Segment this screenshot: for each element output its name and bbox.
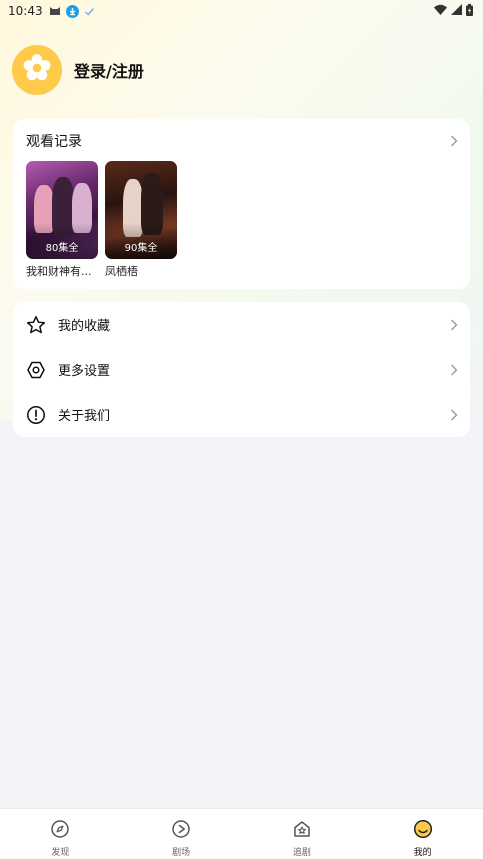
drama-title: 我和财神有... <box>26 265 92 278</box>
menu-card: 我的收藏 更多设置 关于我们 <box>13 302 470 437</box>
menu-label: 我的收藏 <box>58 319 111 334</box>
play-icon <box>171 819 191 843</box>
watch-history-card: 观看记录 80集全 我和财神有... 90集全 凤栖梧 <box>13 119 470 289</box>
chevron-right-icon[interactable] <box>450 132 458 151</box>
avatar[interactable] <box>12 45 62 95</box>
menu-item-settings[interactable]: 更多设置 <box>13 347 470 392</box>
nav-tab-discover[interactable]: 发现 <box>0 809 121 859</box>
nav-label: 发现 <box>51 848 70 858</box>
nav-label: 剧场 <box>172 848 191 858</box>
status-time: 10:43 <box>8 4 43 18</box>
poster-thumbnail[interactable]: 90集全 <box>105 161 177 259</box>
poster-thumbnail[interactable]: 80集全 <box>26 161 98 259</box>
watch-history-header[interactable]: 观看记录 <box>26 131 458 151</box>
drama-title: 凤栖梧 <box>105 265 138 278</box>
settings-icon <box>25 359 47 381</box>
download-icon <box>65 4 79 18</box>
episode-count: 80集全 <box>45 243 79 254</box>
episode-count: 90集全 <box>124 243 158 254</box>
nav-label: 我的 <box>413 848 432 858</box>
cat-icon <box>49 5 61 17</box>
chevron-right-icon <box>450 364 458 376</box>
history-item-1[interactable]: 80集全 我和财神有... <box>26 161 98 279</box>
info-icon <box>25 404 47 426</box>
check-icon <box>84 6 95 17</box>
nav-tab-mine[interactable]: 我的 <box>362 809 483 859</box>
login-register-link[interactable]: 登录/注册 <box>74 58 144 82</box>
bottom-nav: 发现 剧场 追剧 我的 <box>0 808 483 859</box>
history-item-2[interactable]: 90集全 凤栖梧 <box>105 161 177 279</box>
menu-item-about[interactable]: 关于我们 <box>13 392 470 437</box>
signal-icon <box>451 4 462 18</box>
menu-label: 更多设置 <box>58 364 111 379</box>
menu-label: 关于我们 <box>58 409 111 424</box>
nav-tab-following[interactable]: 追剧 <box>242 809 363 859</box>
nav-tab-theater[interactable]: 剧场 <box>121 809 242 859</box>
house-star-icon <box>292 819 312 843</box>
menu-item-favorites[interactable]: 我的收藏 <box>13 302 470 347</box>
watch-history-title: 观看记录 <box>26 134 82 150</box>
watch-history-list: 80集全 我和财神有... 90集全 凤栖梧 <box>26 161 177 279</box>
star-icon <box>25 314 47 336</box>
nav-label: 追剧 <box>292 848 311 858</box>
compass-icon <box>50 819 70 843</box>
battery-icon <box>466 3 473 19</box>
profile-icon <box>413 819 433 843</box>
status-bar: 10:43 <box>0 0 483 22</box>
chevron-right-icon <box>450 409 458 421</box>
profile-login[interactable]: 登录/注册 <box>12 45 144 95</box>
flower-icon <box>20 51 54 89</box>
wifi-icon <box>434 4 447 18</box>
chevron-right-icon <box>450 319 458 331</box>
